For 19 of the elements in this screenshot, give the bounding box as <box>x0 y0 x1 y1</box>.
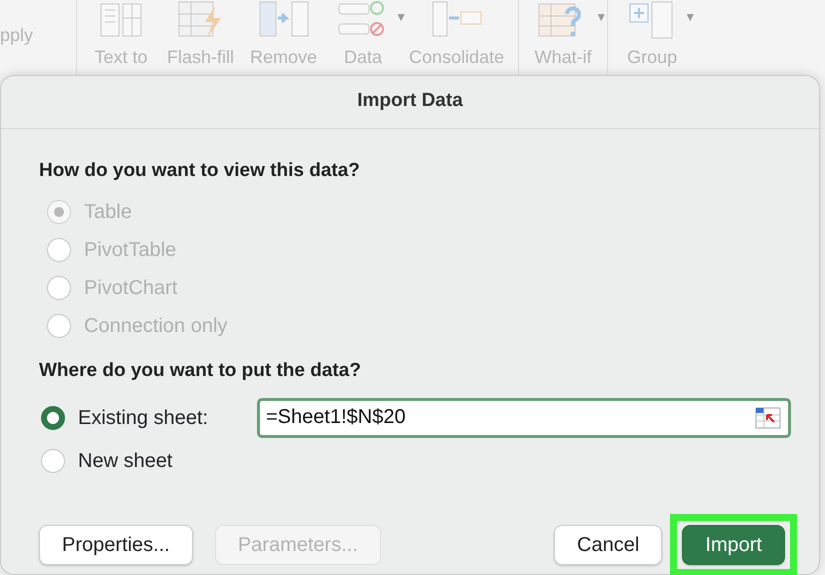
caret-icon[interactable]: ▼ <box>395 8 408 26</box>
ribbon-button[interactable]: Remove <box>242 0 326 71</box>
section-heading: Where do you want to put the data? <box>39 359 362 383</box>
dialog-button[interactable]: Cancel <box>554 524 662 564</box>
radio-label[interactable]: Existing sheet: <box>78 402 208 432</box>
radio-label[interactable]: New sheet <box>78 446 172 476</box>
radio-button[interactable] <box>41 448 65 472</box>
ribbon-button[interactable]: Flash-fill <box>159 0 242 71</box>
reference-field[interactable]: =Sheet1!$N$20 <box>257 398 791 438</box>
section-heading: How do you want to view this data? <box>39 158 361 182</box>
ribbon-label: pply <box>0 25 34 45</box>
dialog-title: Import Data <box>1 76 819 128</box>
ribbon-button[interactable]: Text to <box>83 0 159 71</box>
radio-button[interactable] <box>41 406 65 430</box>
caret-icon[interactable]: ▼ <box>684 8 696 26</box>
caret-icon[interactable]: ▼ <box>595 8 608 26</box>
range-select-icon[interactable] <box>755 406 781 428</box>
dialog-button[interactable]: Properties... <box>39 524 193 564</box>
import-button[interactable]: Import <box>682 524 785 564</box>
